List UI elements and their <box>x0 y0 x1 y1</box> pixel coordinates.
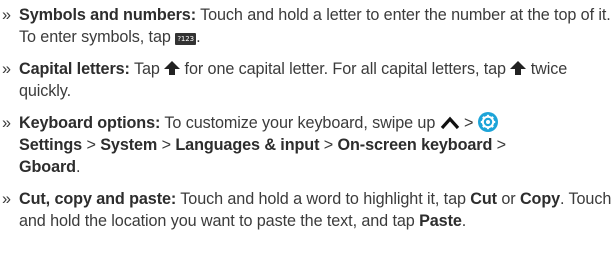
item-text: or <box>496 190 520 208</box>
item-text-end: . <box>461 212 467 230</box>
bullet: » <box>2 60 11 78</box>
settings-label: Settings <box>19 136 83 154</box>
separator: > <box>82 136 101 154</box>
item-title: Capital letters: <box>19 60 130 78</box>
document-page: » Symbols and numbers: Touch and hold a … <box>0 0 614 259</box>
separator: > <box>459 114 478 132</box>
list-item-keyboard-options: » Keyboard options: To customize your ke… <box>0 112 614 178</box>
languages-input-label: Languages & input <box>175 136 320 154</box>
system-label: System <box>100 136 158 154</box>
chevron-up-icon <box>440 116 459 130</box>
item-title: Keyboard options: <box>19 114 161 132</box>
gear-icon <box>477 112 498 132</box>
item-text-end: . <box>196 28 201 46</box>
item-text: Tap <box>129 60 165 78</box>
cut-label: Cut <box>470 190 497 208</box>
bullet: » <box>2 114 11 132</box>
shift-arrow-icon <box>164 61 181 75</box>
list-item-symbols-numbers: » Symbols and numbers: Touch and hold a … <box>0 4 614 48</box>
list-item-capital-letters: » Capital letters: Tap for one capital l… <box>0 58 614 102</box>
item-text-end: . <box>75 158 81 176</box>
onscreen-keyboard-label: On-screen keyboard <box>337 136 493 154</box>
separator: > <box>319 136 338 154</box>
item-text: To customize your keyboard, swipe up <box>160 114 440 132</box>
item-title: Symbols and numbers: <box>19 6 196 24</box>
shift-arrow-icon <box>510 61 527 75</box>
tips-list: » Symbols and numbers: Touch and hold a … <box>0 0 614 232</box>
list-item-cut-copy-paste: » Cut, copy and paste: Touch and hold a … <box>0 188 614 232</box>
item-text: Touch and hold a word to highlight it, t… <box>176 190 471 208</box>
symbols-key-icon: ?123 <box>175 33 197 45</box>
paste-label: Paste <box>419 212 462 230</box>
item-title: Cut, copy and paste: <box>19 190 177 208</box>
bullet: » <box>2 6 11 24</box>
gboard-label: Gboard <box>19 158 76 176</box>
copy-label: Copy <box>519 190 561 208</box>
item-text: for one capital letter. For all capital … <box>180 60 511 78</box>
separator: > <box>492 136 507 154</box>
bullet: » <box>2 190 11 208</box>
separator: > <box>157 136 176 154</box>
